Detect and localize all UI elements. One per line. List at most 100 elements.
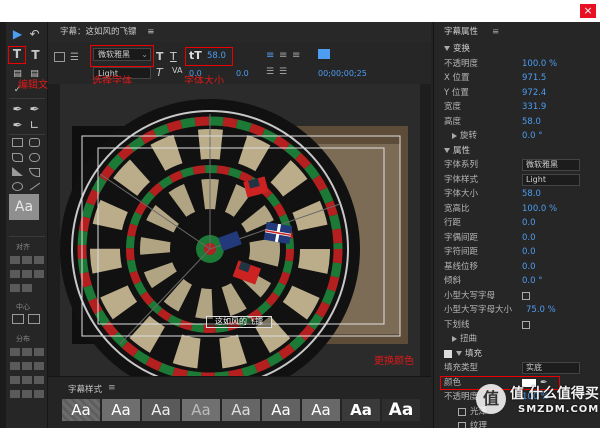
align-left-icon[interactable] [10, 256, 20, 264]
bold-icon[interactable]: T [156, 50, 164, 63]
annotation-change-color: 更换颜色 [374, 356, 414, 367]
prop-texture: 纹理 [434, 419, 600, 428]
small-caps-checkbox[interactable] [522, 291, 530, 300]
align-center-v-icon[interactable] [22, 270, 32, 278]
kerning-icon[interactable]: VA [172, 66, 182, 75]
convert-anchor-tool-icon[interactable]: ∟ [26, 117, 43, 133]
fill-type-select[interactable]: 实底 [522, 362, 580, 374]
arc-tool-icon[interactable] [29, 168, 40, 177]
style-swatch[interactable]: Aa [182, 399, 220, 421]
style-swatch[interactable]: Aa [302, 399, 340, 421]
rounded-rectangle-tool-icon[interactable] [29, 138, 40, 147]
font-size-icon: tT [189, 49, 202, 62]
texture-checkbox[interactable] [458, 422, 466, 428]
properties-menu-icon[interactable]: ≡ [492, 22, 499, 42]
align-top-icon[interactable] [10, 270, 20, 278]
align-right-text-icon[interactable]: ≡ [292, 50, 300, 61]
align-center-h-icon[interactable] [22, 256, 32, 264]
title-text-box[interactable]: 这如风的飞镖 [206, 316, 272, 328]
font-family-select[interactable]: 微软雅黑 [522, 159, 580, 171]
align-right-icon[interactable] [34, 256, 44, 264]
prop-aspect: 宽高比 100.0 % [444, 203, 558, 214]
rectangle-tool-icon[interactable] [12, 138, 23, 147]
panel-title: 字幕：这如风的飞镖 [60, 27, 137, 37]
fill-checkbox[interactable] [444, 349, 452, 358]
close-button[interactable]: × [580, 4, 596, 18]
style-swatch[interactable]: Aa [342, 399, 380, 421]
leading-value[interactable]: 0.0 [236, 69, 249, 78]
rounded-corner-tool-icon[interactable] [29, 153, 40, 162]
center-vertical-icon[interactable] [28, 314, 40, 324]
roll-crawl-icon[interactable]: ☰ [279, 67, 287, 77]
styles-menu-icon[interactable]: ≡ [108, 383, 116, 393]
prop-underline: 下划线 [434, 318, 600, 333]
underline-icon[interactable]: T [170, 50, 177, 63]
distribute-icon[interactable] [10, 376, 20, 384]
section-fill[interactable]: 填充 [434, 347, 600, 362]
line-tool-icon[interactable] [29, 182, 41, 191]
prop-y-position: Y 位置 972.4 [444, 87, 547, 98]
show-background-video-icon[interactable] [318, 49, 330, 59]
ellipse-tool-icon[interactable] [12, 182, 23, 191]
style-swatch[interactable]: Aa [62, 399, 100, 421]
align-bottom-icon[interactable] [34, 270, 44, 278]
dartboard-background-image [60, 99, 408, 399]
text-tool-button[interactable]: T [8, 46, 26, 64]
separator [9, 134, 45, 135]
timecode-value[interactable]: 00;00;00;25 [318, 69, 367, 78]
prop-small-caps: 小型大写字母 [434, 289, 600, 304]
underline-checkbox[interactable] [522, 320, 530, 329]
distribute-icon[interactable] [10, 390, 20, 398]
prop-width: 宽度 331.9 [444, 102, 547, 112]
distribute-icon[interactable] [22, 348, 32, 356]
distribute-icon[interactable] [34, 348, 44, 356]
template-icon[interactable]: ☰ [70, 52, 79, 63]
align-extra-icon[interactable] [22, 284, 32, 292]
distribute-icon[interactable] [34, 390, 44, 398]
italic-icon[interactable]: T [156, 66, 163, 79]
center-label: 中心 [16, 303, 30, 311]
section-attributes[interactable]: 属性 [434, 144, 600, 159]
style-swatch[interactable]: Aa [102, 399, 140, 421]
font-style-select[interactable]: Light [522, 173, 580, 186]
distribute-icon[interactable] [22, 376, 32, 384]
style-swatch[interactable]: Aa [262, 399, 300, 421]
font-size-value[interactable]: 58.0 [207, 51, 226, 61]
vertical-text-tool-button[interactable]: T [27, 47, 44, 63]
wedge-tool-icon[interactable] [12, 167, 23, 176]
distribute-icon[interactable] [34, 362, 44, 370]
style-swatch[interactable]: Aa [222, 399, 260, 421]
prop-distort: 扭曲 [434, 332, 600, 347]
delete-anchor-tool-icon[interactable]: ✒ [26, 101, 43, 117]
window-titlebar [0, 0, 600, 22]
panel-menu-icon[interactable]: ≡ [147, 27, 154, 37]
section-transform[interactable]: 变换 [434, 42, 600, 57]
new-title-icon[interactable] [54, 52, 65, 62]
distribute-icon[interactable] [22, 390, 32, 398]
style-swatch[interactable]: Aa [142, 399, 180, 421]
clipped-rectangle-tool-icon[interactable] [12, 153, 23, 162]
title-panel-tab[interactable]: 字幕：这如风的飞镖 ≡ [48, 22, 431, 42]
style-swatch[interactable]: Aa [382, 399, 420, 421]
distribute-icon[interactable] [10, 348, 20, 356]
rotate-tool-icon[interactable]: ↶ [26, 26, 43, 42]
prop-slant: 倾斜 0.0 ° [444, 276, 543, 286]
add-anchor-tool-icon[interactable]: ✒ [9, 117, 26, 133]
center-horizontal-icon[interactable] [12, 314, 24, 324]
pen-tool-icon[interactable]: ✒ [9, 101, 26, 117]
prop-baseline: 基线位移 0.0 [444, 261, 536, 272]
video-viewer[interactable]: 这如风的飞镖 [60, 84, 420, 399]
prop-leading: 行距 0.0 [444, 218, 536, 228]
watermark-text: 值 什么值得买 [510, 386, 599, 402]
tab-stops-icon[interactable]: ☰ [266, 67, 274, 77]
distribute-icon[interactable] [34, 376, 44, 384]
distribute-icon[interactable] [22, 362, 32, 370]
align-left-text-icon[interactable]: ≡ [266, 50, 274, 61]
align-extra-icon[interactable] [10, 284, 20, 292]
prop-opacity: 不透明度 100.0 % [444, 58, 558, 69]
font-family-dropdown[interactable]: 微软雅黑 ⌄ [93, 48, 151, 61]
align-center-text-icon[interactable]: ≡ [279, 50, 287, 61]
distribute-icon[interactable] [10, 362, 20, 370]
sheen-checkbox[interactable] [458, 407, 466, 416]
selection-tool-icon[interactable]: ▶ [9, 26, 26, 42]
